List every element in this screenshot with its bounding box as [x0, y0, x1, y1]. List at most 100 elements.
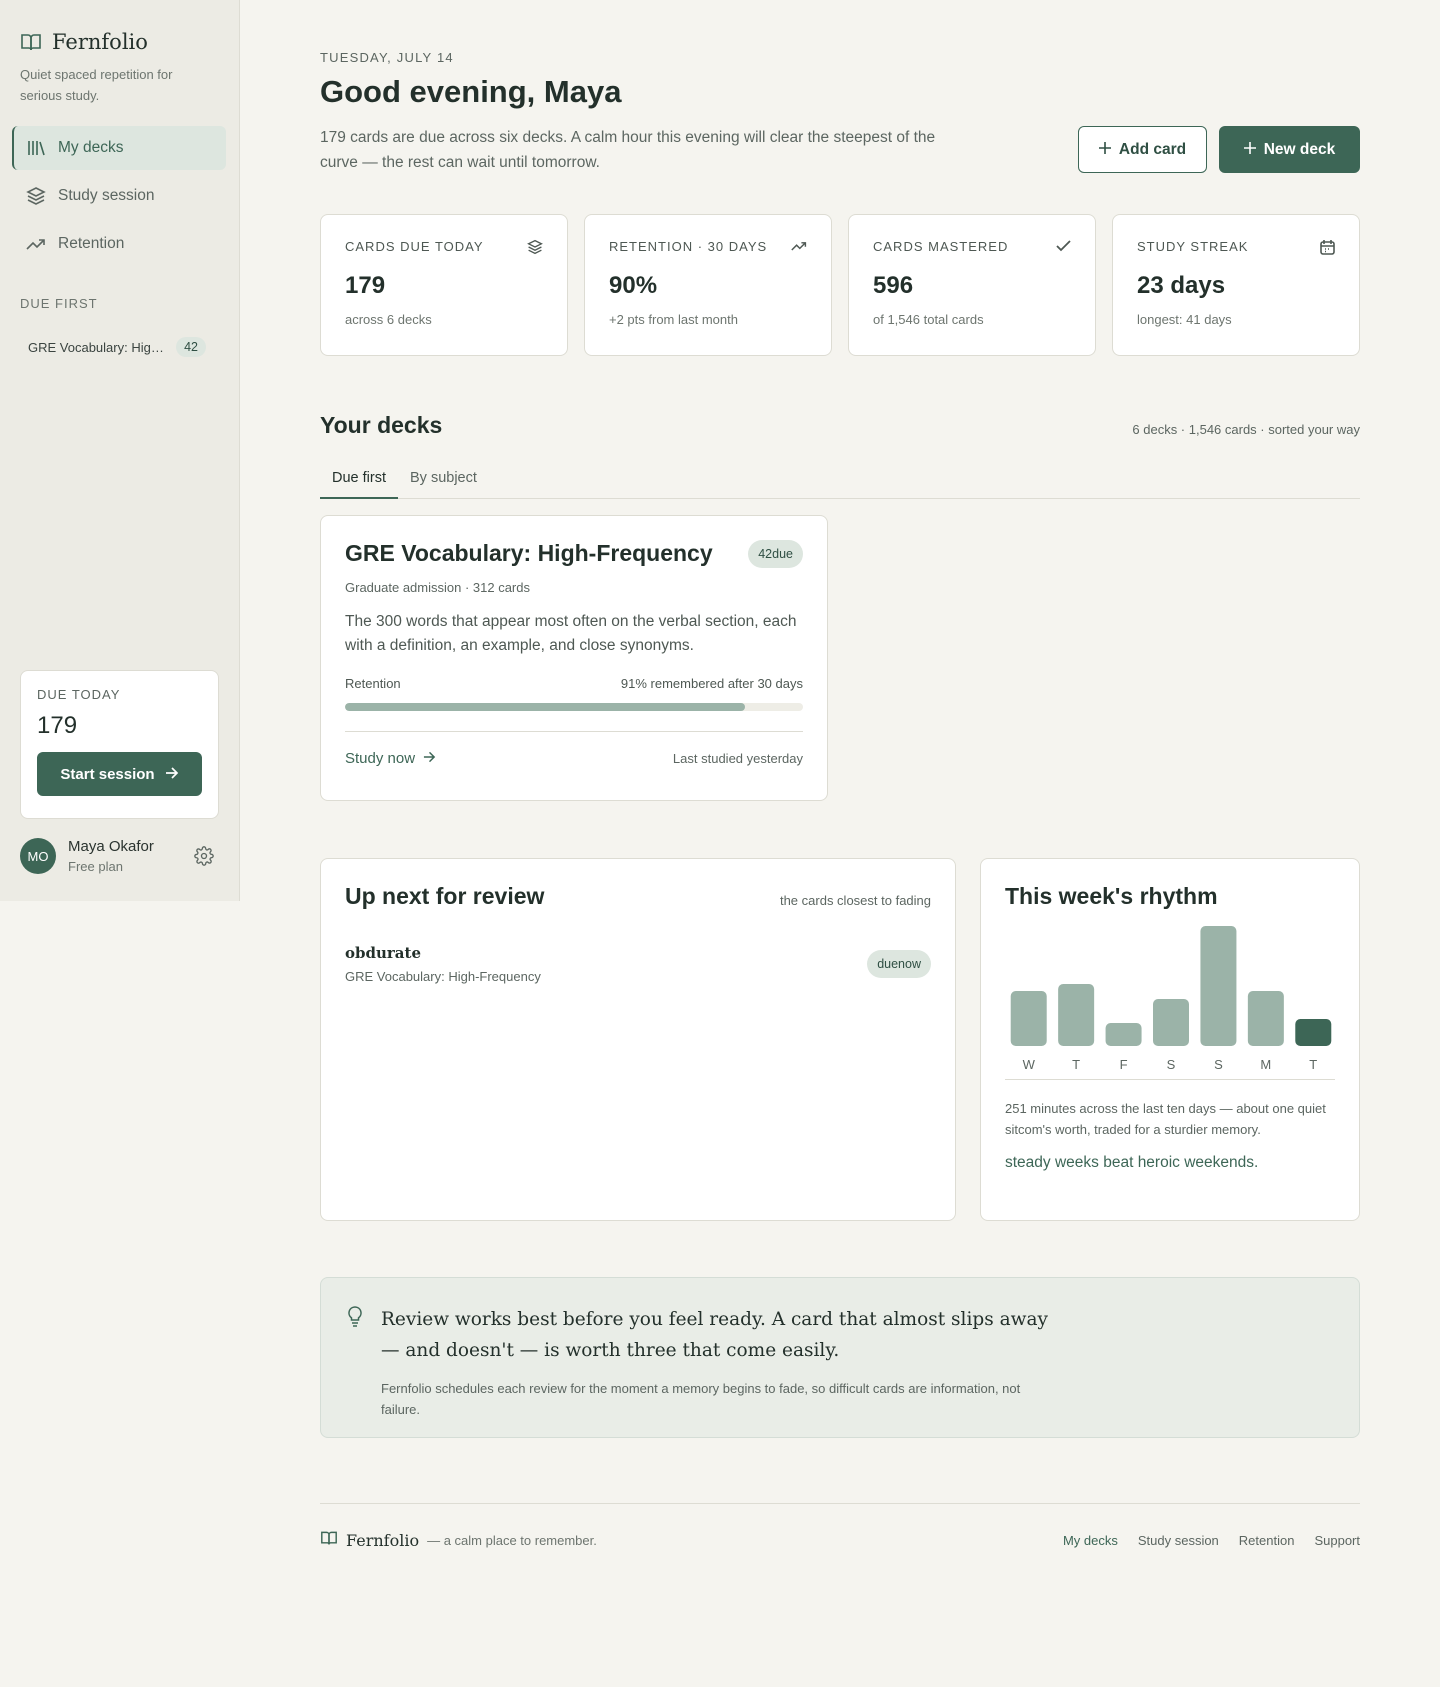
due-now-badge: duenow — [867, 950, 931, 978]
sidebar-item-label: Study session — [58, 187, 155, 204]
rhythm-day-label-5: M — [1260, 1057, 1271, 1072]
gear-icon[interactable] — [194, 846, 214, 866]
plus-icon — [1243, 141, 1256, 159]
stat-label: RETENTION · 30 DAYS — [609, 239, 768, 254]
footer-link-support[interactable]: Support — [1314, 1533, 1360, 1548]
due-today-label: DUE TODAY — [37, 687, 121, 702]
tab-by-subject[interactable]: By subject — [398, 462, 489, 499]
last-studied: Last studied yesterday — [672, 751, 803, 766]
rhythm-panel: This week's rhythm W T F S S M T 251 minutes a… — [980, 858, 1360, 1221]
layers-icon — [527, 239, 543, 260]
arrow-right-icon — [165, 766, 179, 783]
stat-card-streak: STUDY STREAK 23 days longest: 41 days — [1112, 214, 1360, 356]
rhythm-bar-0 — [1010, 991, 1047, 1046]
plus-icon — [1098, 141, 1111, 159]
footer-link-retention[interactable]: Retention — [1239, 1533, 1295, 1548]
retention-text: 91% remembered after 30 days — [620, 676, 803, 691]
review-panel: Up next for review the cards closest to … — [320, 858, 956, 1221]
avatar[interactable]: MO — [20, 838, 56, 874]
rhythm-bar-4 — [1200, 926, 1237, 1046]
start-session-label: Start session — [60, 765, 155, 783]
sidebar-item-study-session[interactable]: Study session — [12, 174, 226, 218]
decks-meta: 6 decks · 1,546 cards · sorted your way — [1132, 422, 1360, 437]
user-plan: Free plan — [68, 859, 123, 874]
rhythm-bar-3 — [1153, 999, 1189, 1046]
sidebar-item-retention[interactable]: Retention — [12, 222, 226, 266]
new-deck-label: New deck — [1263, 140, 1336, 158]
deck-card[interactable]: GRE Vocabulary: High-Frequency 42due Gra… — [320, 515, 828, 801]
page-intro: 179 cards are due across six decks. A ca… — [320, 129, 936, 171]
rhythm-text: 251 minutes across the last ten days — a… — [1005, 1101, 1326, 1137]
library-icon — [26, 139, 46, 157]
rhythm-day-label-3: S — [1167, 1057, 1176, 1072]
review-word-deck: GRE Vocabulary: High-Frequency — [345, 969, 541, 984]
rhythm-day-label-1: T — [1072, 1057, 1080, 1072]
rhythm-bar-2 — [1105, 1023, 1142, 1046]
footer-brand[interactable]: Fernfolio — [346, 1531, 419, 1550]
footer-tagline: — a calm place to remember. — [427, 1533, 597, 1548]
decks-tabs: Due first By subject — [320, 462, 1360, 499]
stat-sub: of 1,546 total cards — [873, 312, 984, 327]
rhythm-bar-5 — [1247, 991, 1284, 1046]
retention-bar — [345, 703, 803, 711]
trend-up-icon — [26, 236, 46, 252]
stats-row: CARDS DUE TODAY 179 across 6 decks RETEN… — [320, 214, 1360, 356]
add-card-button[interactable]: Add card — [1078, 126, 1207, 173]
deck-description: The 300 words that appear most often on … — [345, 613, 797, 654]
brand-tagline: Quiet spaced repetition for serious stud… — [20, 67, 173, 103]
tip-panel: Review works best before you feel ready.… — [320, 1277, 1360, 1438]
stat-label: STUDY STREAK — [1137, 239, 1249, 254]
rhythm-quote: steady weeks beat heroic weekends. — [1005, 1154, 1259, 1171]
rhythm-day-label-2: F — [1120, 1057, 1128, 1072]
sidebar-item-label: Retention — [58, 235, 125, 252]
sidebar-due-item[interactable]: GRE Vocabulary: High-Frequency 42 — [20, 334, 214, 360]
rhythm-title: This week's rhythm — [1005, 883, 1218, 909]
due-badge: 42due — [748, 540, 803, 568]
study-now-link[interactable]: Study now — [345, 750, 436, 767]
add-card-label: Add card — [1118, 140, 1187, 158]
due-first-label: DUE FIRST — [20, 296, 98, 311]
stat-value: 596 — [873, 272, 914, 299]
start-session-button[interactable]: Start session — [37, 752, 202, 796]
stat-value: 179 — [345, 272, 386, 299]
trend-up-icon — [791, 239, 807, 258]
calendar-icon — [1320, 239, 1335, 260]
brand[interactable]: Fernfolio — [20, 30, 148, 54]
retention-bar-fill — [345, 703, 746, 711]
lightbulb-icon — [347, 1306, 363, 1333]
footer: Fernfolio — a calm place to remember. My… — [320, 1503, 1360, 1551]
stat-card-mastered: CARDS MASTERED 596 of 1,546 total cards — [848, 214, 1096, 356]
book-icon — [20, 32, 42, 52]
user-name: Maya Okafor — [68, 838, 154, 855]
sidebar-item-my-decks[interactable]: My decks — [12, 126, 226, 170]
rhythm-chart: WTFSSMT — [1005, 920, 1335, 1080]
rhythm-bar-1 — [1058, 984, 1095, 1046]
stat-sub: across 6 decks — [345, 312, 432, 327]
footer-link-study-session[interactable]: Study session — [1138, 1533, 1219, 1548]
decks-title: Your decks — [320, 412, 443, 438]
rhythm-day-label-4: S — [1214, 1057, 1223, 1072]
new-deck-button[interactable]: New deck — [1219, 126, 1360, 173]
tip-sub: Fernfolio schedules each review for the … — [381, 1381, 1021, 1417]
brand-name: Fernfolio — [52, 30, 148, 54]
due-item-name: GRE Vocabulary: High-Frequency — [28, 339, 168, 355]
stat-label: CARDS MASTERED — [873, 239, 1009, 254]
sidebar: Fernfolio Quiet spaced repetition for se… — [0, 0, 240, 901]
footer-link-my-decks[interactable]: My decks — [1063, 1533, 1118, 1548]
review-word: obdurate — [345, 944, 421, 962]
stat-card-retention: RETENTION · 30 DAYS 90% +2 pts from last… — [584, 214, 832, 356]
rhythm-bar-6 — [1295, 1019, 1332, 1046]
review-item[interactable]: obdurate GRE Vocabulary: High-Frequency … — [345, 944, 931, 984]
tab-due-first[interactable]: Due first — [320, 462, 398, 499]
tip-quote: Review works best before you feel ready.… — [381, 1309, 1048, 1361]
user-profile: MO Maya Okafor Free plan — [20, 838, 214, 874]
stat-value: 23 days — [1137, 272, 1226, 299]
stat-sub: longest: 41 days — [1137, 312, 1232, 327]
rhythm-day-label-6: T — [1309, 1057, 1317, 1072]
page-title: Good evening, Maya — [320, 74, 622, 109]
deck-title: GRE Vocabulary: High-Frequency — [345, 540, 713, 566]
stat-card-due: CARDS DUE TODAY 179 across 6 decks — [320, 214, 568, 356]
stat-sub: +2 pts from last month — [609, 312, 738, 327]
sidebar-nav: My decks Study session Retention — [12, 126, 226, 270]
retention-label: Retention — [345, 676, 401, 691]
